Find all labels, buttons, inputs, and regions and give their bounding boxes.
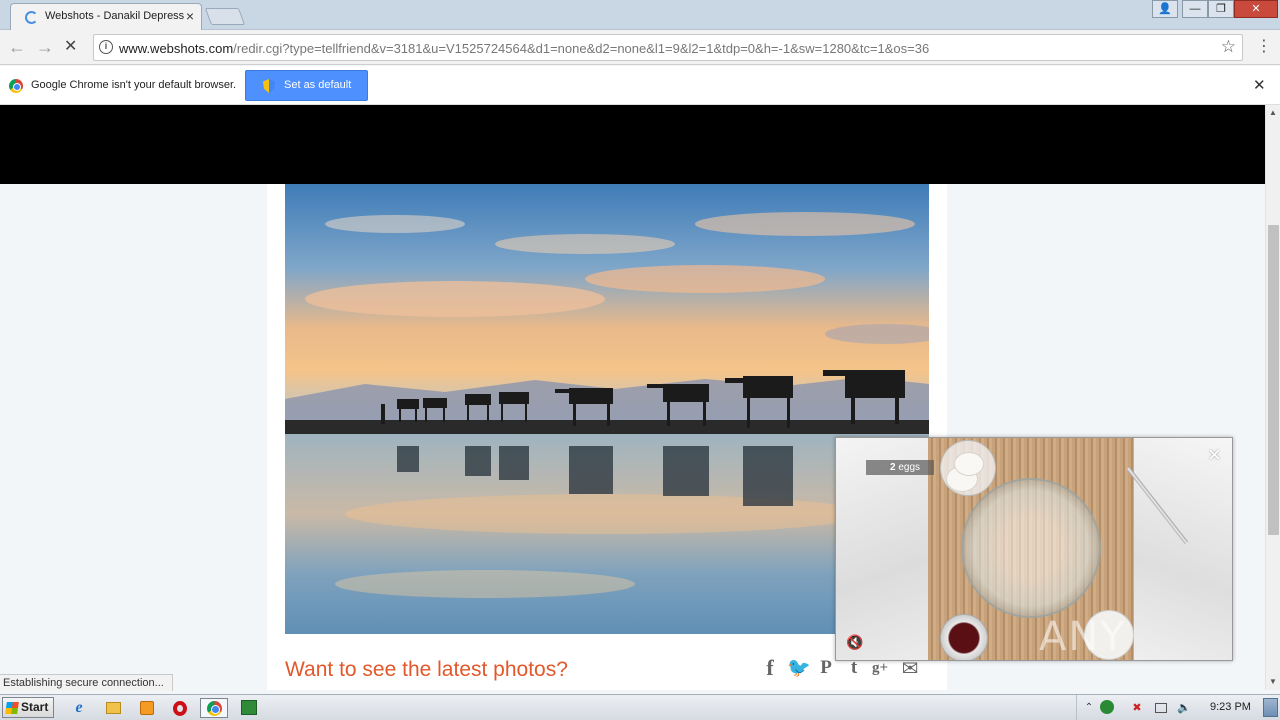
new-tab-button[interactable]: [204, 8, 246, 25]
url-host: www.webshots.com: [119, 41, 234, 56]
default-browser-infobar: Google Chrome isn't your default browser…: [0, 66, 1280, 105]
internet-explorer-icon[interactable]: e: [66, 698, 92, 718]
volume-icon[interactable]: 🔈: [1176, 700, 1192, 716]
camel-caravan-photo[interactable]: [285, 184, 929, 634]
clock[interactable]: 9:23 PM: [1210, 701, 1251, 713]
windows-taskbar: Start e ⌃ ✖ 🔈 9:23 PM: [0, 694, 1280, 720]
app-taskbar-icon[interactable]: [236, 698, 262, 718]
facebook-icon[interactable]: f: [759, 656, 781, 680]
loading-spinner-icon: [25, 11, 38, 24]
scroll-down-icon[interactable]: ▼: [1269, 677, 1277, 686]
ingredient-label: 2 eggs: [866, 460, 934, 475]
pinterest-icon[interactable]: P: [815, 656, 837, 680]
network-icon[interactable]: [1099, 700, 1115, 716]
page-scrollbar[interactable]: ▲ ▼: [1265, 105, 1280, 690]
media-player-icon[interactable]: [134, 698, 160, 718]
tab-close-icon[interactable]: ×: [186, 9, 194, 23]
tab-title: Webshots - Danakil Depress: [45, 10, 185, 22]
chrome-menu-icon[interactable]: ⋮: [1256, 38, 1272, 56]
site-info-icon[interactable]: i: [99, 40, 113, 54]
file-explorer-icon[interactable]: [100, 698, 126, 718]
system-tray: ⌃ ✖ 🔈 9:23 PM: [1076, 695, 1280, 720]
scroll-thumb[interactable]: [1268, 225, 1279, 535]
show-hidden-icons-icon[interactable]: ⌃: [1081, 700, 1097, 716]
stop-loading-button[interactable]: ✕: [64, 36, 77, 58]
infobar-close-icon[interactable]: ✕: [1253, 76, 1266, 94]
site-header: [0, 105, 1265, 184]
status-bubble: Establishing secure connection...: [0, 674, 173, 691]
tab-webshots[interactable]: Webshots - Danakil Depress ×: [10, 3, 202, 30]
set-as-default-button[interactable]: Set as default: [245, 70, 368, 101]
display-icon[interactable]: [1153, 700, 1169, 716]
twitter-icon[interactable]: 🐦: [787, 656, 811, 680]
forward-button[interactable]: →: [36, 36, 54, 58]
glass-bowl: [961, 478, 1101, 618]
action-center-flag-icon[interactable]: ✖: [1129, 700, 1145, 716]
egg: [954, 452, 984, 476]
photo-image: [285, 184, 929, 634]
chrome-taskbar-icon[interactable]: [200, 698, 228, 718]
bookmark-star-icon[interactable]: ☆: [1221, 37, 1236, 57]
address-bar[interactable]: i www.webshots.com/redir.cgi?type=tellfr…: [93, 34, 1243, 61]
back-button[interactable]: ←: [8, 36, 26, 58]
ingredient-unit: eggs: [898, 462, 921, 473]
profile-button[interactable]: 👤: [1152, 0, 1178, 18]
anyrun-watermark: ANY RUN: [1039, 614, 1127, 660]
chrome-logo-icon: [9, 79, 23, 93]
set-as-default-label: Set as default: [284, 79, 352, 91]
latest-photos-heading[interactable]: Want to see the latest photos?: [285, 658, 568, 682]
video-close-icon[interactable]: ×: [1208, 444, 1221, 466]
url-path: /redir.cgi?type=tellfriend&v=3181&u=V152…: [233, 41, 930, 56]
url-text[interactable]: www.webshots.com/redir.cgi?type=tellfrie…: [119, 41, 929, 56]
mute-icon[interactable]: 🔇: [846, 634, 863, 651]
infobar-message: Google Chrome isn't your default browser…: [31, 79, 237, 91]
scroll-up-icon[interactable]: ▲: [1269, 108, 1277, 117]
shield-icon: [263, 79, 275, 93]
opera-icon[interactable]: [167, 698, 193, 718]
sauce-dish: [940, 614, 988, 660]
windows-logo-icon: [5, 702, 19, 714]
video-ad-player[interactable]: 2 eggs × 🔇 ANY RUN: [835, 437, 1233, 661]
title-bar: Webshots - Danakil Depress × 👤 — ❐ ✕: [0, 0, 1280, 30]
show-desktop-button[interactable]: [1263, 698, 1278, 717]
start-button[interactable]: Start: [2, 697, 54, 718]
window-close-button[interactable]: ✕: [1234, 0, 1278, 18]
start-label: Start: [21, 700, 49, 714]
ingredient-count: 2: [890, 462, 896, 473]
minimize-button[interactable]: —: [1182, 0, 1208, 18]
maximize-button[interactable]: ❐: [1208, 0, 1234, 18]
browser-toolbar: ← → ✕ i www.webshots.com/redir.cgi?type=…: [0, 30, 1280, 65]
